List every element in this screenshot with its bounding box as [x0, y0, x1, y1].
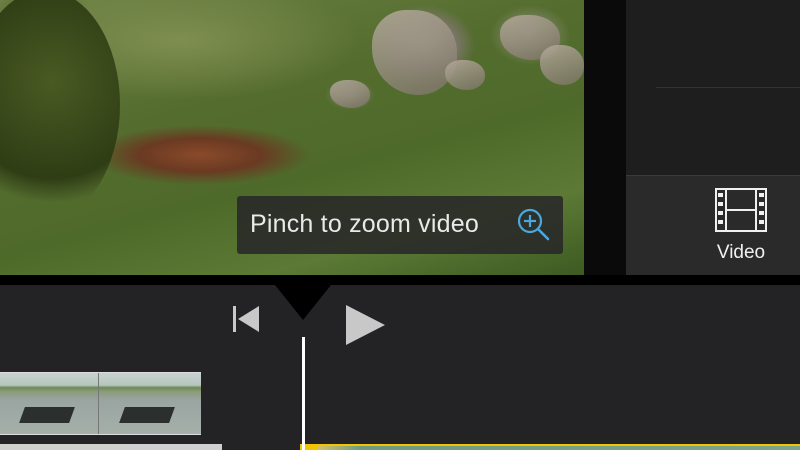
- video-frame-foliage: [0, 0, 120, 220]
- playhead-notch: [275, 285, 331, 320]
- panel-divider: [584, 0, 626, 275]
- playhead[interactable]: [302, 337, 305, 450]
- film-strip-icon: [715, 188, 767, 232]
- skip-to-start-button[interactable]: [226, 303, 264, 335]
- video-media-button[interactable]: Video: [696, 188, 786, 270]
- skip-to-start-icon: [233, 306, 259, 332]
- clip-trim-bar: [0, 444, 222, 450]
- play-button[interactable]: [342, 302, 388, 348]
- clip-frame-divider: [98, 373, 99, 434]
- video-frame-rock: [330, 80, 370, 108]
- video-frame-rock: [445, 60, 485, 90]
- video-button-label: Video: [716, 242, 766, 263]
- video-frame-rock: [372, 10, 457, 95]
- panel-separator: [656, 87, 800, 88]
- zoom-in-icon: [517, 208, 550, 241]
- video-frame-rock: [540, 45, 584, 85]
- clip-frame-detail: [119, 407, 175, 423]
- clip-frame-detail: [19, 407, 75, 423]
- play-icon: [346, 305, 385, 345]
- timeline-top-border: [0, 275, 800, 285]
- hint-text: Pinch to zoom video: [250, 210, 479, 238]
- audio-clip-strip[interactable]: [300, 444, 800, 450]
- video-clip-thumbnail[interactable]: [0, 372, 201, 435]
